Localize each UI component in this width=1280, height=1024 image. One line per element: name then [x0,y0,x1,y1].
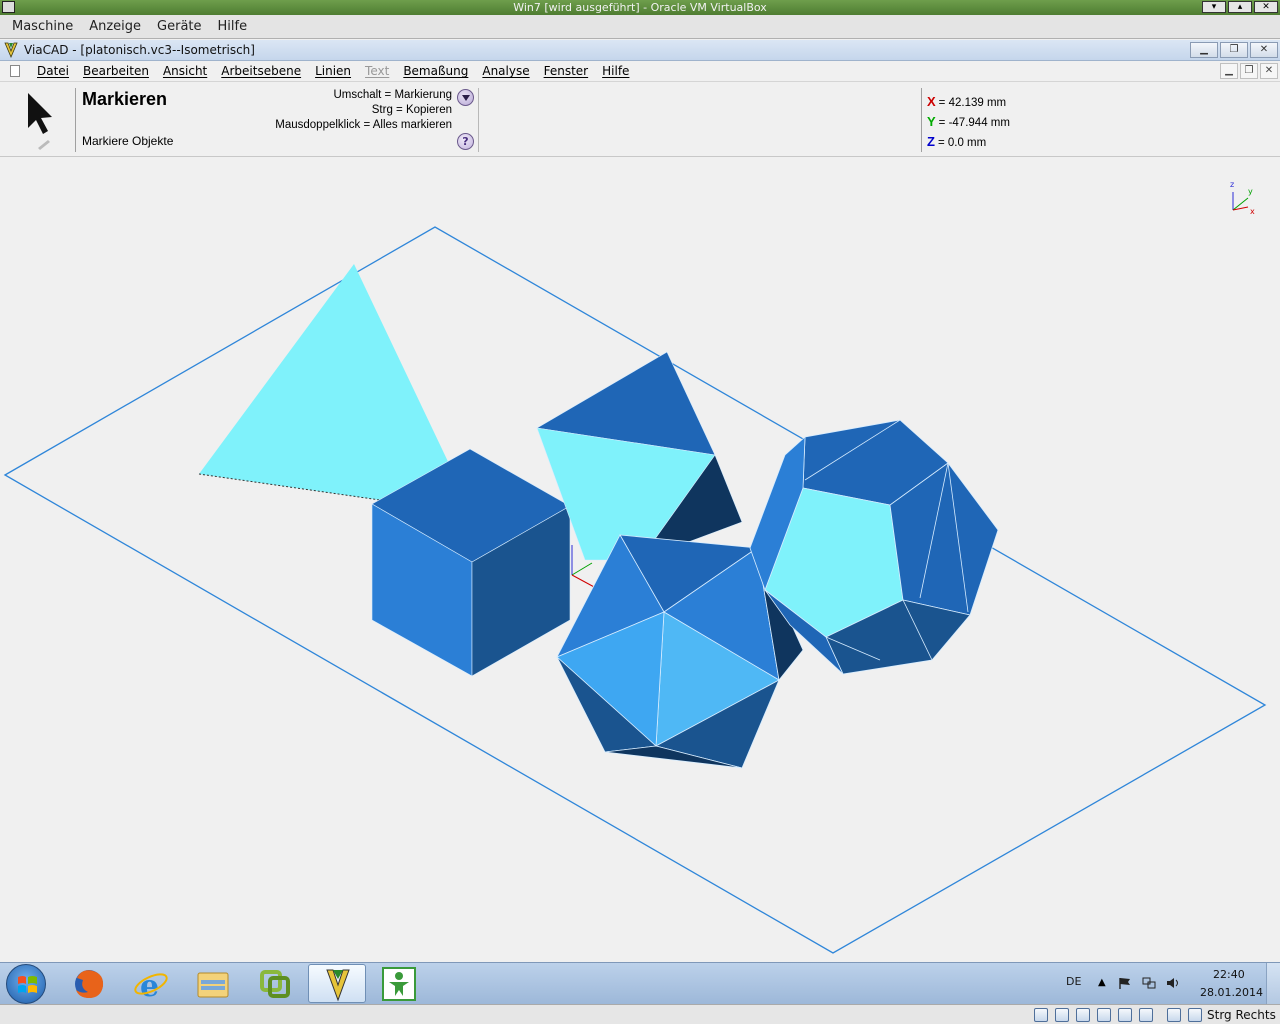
app-restore-button[interactable]: ❐ [1220,42,1248,58]
hint-doubleclick: Mausdoppelklick = Alles markieren [275,119,452,131]
menu-datei[interactable]: Datei [30,64,76,78]
tool-title: Markieren [82,89,168,109]
menu-fenster[interactable]: Fenster [537,64,596,78]
tool-info-panel: Markieren Markiere Objekte Umschalt = Ma… [0,82,1280,157]
axis-label-z: z [1230,180,1234,189]
windows-taskbar: e DE ▲ 22:40 28.01.2014 [0,962,1280,1005]
optical-drive-status-icon[interactable] [1055,1008,1069,1022]
doc-close-button[interactable]: ✕ [1260,63,1278,79]
coord-x-label: X [927,94,936,109]
app-close-button[interactable]: ✕ [1250,42,1278,58]
viacad-icon [326,969,350,1002]
vbox-close-button[interactable]: ✕ [1254,1,1278,13]
windows-logo-icon [18,976,37,993]
menu-linien[interactable]: Linien [308,64,358,78]
vbox-maximize-button[interactable]: ▴ [1228,1,1252,13]
menu-analyse[interactable]: Analyse [475,64,536,78]
folder-icon [197,972,229,998]
taskbar-explorer[interactable] [184,964,242,1003]
hint-ctrl: Strg = Kopieren [371,104,452,116]
app-minimize-button[interactable]: ▁ [1190,42,1218,58]
tool-hints: Umschalt = Markierung Strg = Kopieren Ma… [275,88,452,133]
coord-z-value: = 0.0 mm [937,137,987,149]
vbox-menu-maschine[interactable]: Maschine [4,19,81,34]
host-key-label: Strg Rechts [1207,1008,1276,1022]
vmware-icon [260,970,290,998]
show-desktop-button[interactable] [1266,963,1280,1005]
panel-divider [921,88,922,152]
vbox-minimize-button[interactable]: ▾ [1202,1,1226,13]
hint-shift: Umschalt = Markierung [333,89,452,101]
clock-date[interactable]: 28.01.2014 [1200,986,1263,999]
menu-hilfe[interactable]: Hilfe [595,64,636,78]
coord-y-label: Y [927,114,936,129]
language-indicator[interactable]: DE [1066,975,1081,988]
options-dropdown-button[interactable] [457,89,474,106]
menu-bemassung[interactable]: Bemaßung [396,64,475,78]
start-button[interactable] [6,964,46,1004]
doc-restore-button[interactable]: ❐ [1240,63,1258,79]
volume-icon[interactable] [1166,977,1180,989]
firefox-icon [75,970,104,998]
hard-disk-status-icon[interactable] [1034,1008,1048,1022]
taskbar-internet-explorer[interactable]: e [122,964,180,1004]
show-hidden-icons-button[interactable]: ▲ [1098,977,1106,988]
vbox-menu-geraete[interactable]: Geräte [149,19,209,34]
app-person-icon [382,967,416,1001]
scene-canvas[interactable]: z y x [0,158,1280,962]
usb-status-icon[interactable] [1118,1008,1132,1022]
vbox-window-title: Win7 [wird ausgeführt] - Oracle VM Virtu… [513,1,767,14]
vbox-window-menu-icon[interactable] [2,1,15,13]
panel-divider [75,88,76,152]
tool-description: Markiere Objekte [82,134,174,148]
coord-z-label: Z [927,134,935,149]
vbox-window-controls: ▾ ▴ ✕ [1202,1,1278,13]
help-button[interactable]: ? [457,133,474,150]
audio-status-icon[interactable] [1076,1008,1090,1022]
internet-explorer-icon: e [134,969,168,1004]
document-icon[interactable] [10,65,20,77]
app-title-bar: ViaCAD - [platonisch.vc3--Isometrisch] ▁… [0,40,1280,61]
network-status-icon[interactable] [1097,1008,1111,1022]
screen: Win7 [wird ausgeführt] - Oracle VM Virtu… [0,0,1280,1024]
axis-label-x: x [1250,207,1255,216]
view-orientation-triad: z y x [1230,180,1255,216]
coord-y-value: = -47.944 mm [938,117,1010,129]
coord-z: Z = 0.0 mm [927,134,986,149]
mouse-integration-status-icon[interactable] [1167,1008,1181,1022]
host-key-status-icon[interactable] [1188,1008,1202,1022]
coord-x-value: = 42.139 mm [938,97,1007,109]
doc-minimize-button[interactable]: ▁ [1220,63,1238,79]
menu-arbeitsebene[interactable]: Arbeitsebene [214,64,308,78]
select-arrow-icon [28,93,52,150]
shared-folders-status-icon[interactable] [1139,1008,1153,1022]
coord-y: Y = -47.944 mm [927,114,1010,129]
menu-bearbeiten[interactable]: Bearbeiten [76,64,156,78]
viacad-logo-icon [4,42,18,58]
action-center-flag-icon[interactable] [1118,977,1132,989]
vbox-menu-bar: Maschine Anzeige Geräte Hilfe [0,15,1280,39]
menu-ansicht[interactable]: Ansicht [156,64,214,78]
tetrahedron[interactable] [198,264,452,501]
coord-x: X = 42.139 mm [927,94,1006,109]
clock-time[interactable]: 22:40 [1213,968,1245,981]
app-menu-bar: Datei Bearbeiten Ansicht Arbeitsebene Li… [0,61,1280,82]
vbox-menu-anzeige[interactable]: Anzeige [81,19,149,34]
vbox-title-bar: Win7 [wird ausgeführt] - Oracle VM Virtu… [0,0,1280,15]
axis-label-y: y [1248,187,1253,196]
taskbar-vmware[interactable] [246,964,304,1003]
taskbar-firefox[interactable] [60,964,118,1003]
app-window-controls: ▁ ❐ ✕ [1190,42,1278,58]
3d-viewport[interactable]: z y x [0,158,1280,962]
network-icon[interactable] [1142,977,1156,989]
menu-text: Text [365,64,390,78]
panel-divider [478,88,479,152]
vbox-status-bar: Strg Rechts [0,1004,1280,1024]
document-window-controls: ▁ ❐ ✕ [1220,63,1278,79]
app-window-title: ViaCAD - [platonisch.vc3--Isometrisch] [24,43,255,57]
taskbar-viacad[interactable] [308,964,366,1003]
taskbar-app[interactable] [370,964,428,1003]
vbox-menu-hilfe[interactable]: Hilfe [210,19,256,34]
